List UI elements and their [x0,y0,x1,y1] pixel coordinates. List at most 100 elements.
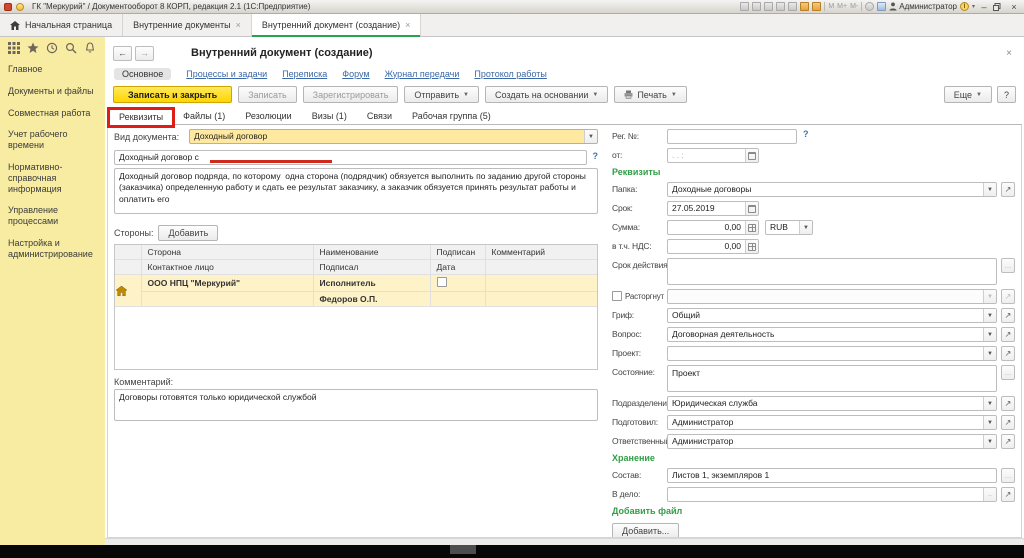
calendar-icon[interactable] [800,2,809,11]
nav-processes-tasks[interactable]: Процессы и задачи [186,69,267,79]
date-cell[interactable] [430,292,485,307]
calculator-icon[interactable] [745,240,758,253]
send-button[interactable]: Отправить▼ [404,86,479,103]
nav-transfer-log[interactable]: Журнал передачи [385,69,460,79]
split-panel-icon[interactable] [877,2,886,11]
sidebar-item-settings-admin[interactable]: Настройка и администрирование [8,238,105,260]
calendar-icon[interactable] [745,202,758,215]
open-button[interactable]: ↗ [1001,487,1015,502]
currency-combo[interactable]: RUB ▼ [765,220,813,235]
comment-cell[interactable] [485,275,597,292]
question-combo[interactable]: Договорная деятельность ▼ [667,327,997,342]
open-button[interactable]: ↗ [1001,346,1015,361]
tab-working-group[interactable]: Рабочая группа (5) [402,108,501,124]
column-header-signed[interactable]: Подписан [430,245,485,260]
sidebar-item-main[interactable]: Главное [8,64,105,75]
column-header-party[interactable]: Сторона [141,245,313,260]
column-header-signer[interactable]: Подписал [313,260,430,275]
validity-textarea[interactable] [667,258,997,285]
nav-correspondence[interactable]: Переписка [282,69,327,79]
doc-name-input[interactable] [114,150,587,165]
signed-checkbox[interactable] [437,277,447,287]
nav-main[interactable]: Основное [114,68,171,80]
project-combo[interactable]: ▼ [667,346,997,361]
column-header-comment[interactable]: Комментарий [485,245,597,260]
ellipsis-button[interactable]: ... [1001,468,1015,483]
chevron-down-icon[interactable]: ▼ [799,221,812,234]
zoom-icon[interactable] [865,2,874,11]
tab-files[interactable]: Файлы (1) [173,108,235,124]
column-header-name[interactable]: Наименование [313,245,430,260]
print-icon[interactable] [752,2,761,11]
comment-textarea[interactable]: Договоры готовятся только юридической сл… [114,389,598,421]
create-based-on-button[interactable]: Создать на основании▼ [485,86,608,103]
restore-button[interactable] [993,3,1005,11]
chevron-down-icon[interactable]: ▼ [983,397,996,410]
print-button[interactable]: Печать▼ [614,86,686,103]
ellipsis-button[interactable]: ... [1001,365,1015,380]
add-file-button[interactable]: Добавить... [612,523,679,538]
add-party-button[interactable]: Добавить [158,225,218,241]
print-preview-icon[interactable] [764,2,773,11]
composition-input[interactable]: Листов 1, экземпляров 1 [667,468,997,483]
responsible-combo[interactable]: Администратор ▼ [667,434,997,449]
help-button[interactable]: ? [997,86,1016,103]
vat-input[interactable]: 0,00 [667,239,759,254]
calculator-icon[interactable] [745,221,758,234]
favorites-star-icon[interactable] [27,42,39,54]
doc-description-textarea[interactable]: Доходный договор подряда, по которому од… [114,168,598,214]
folder-combo[interactable]: Доходные договоры ▼ [667,182,997,197]
column-header-contact[interactable]: Контактное лицо [141,260,313,275]
main-menu-button[interactable] [16,3,24,11]
party-cell[interactable]: ООО НПЦ "Меркурий" [141,275,313,292]
help-link[interactable]: ? [803,129,809,139]
chevron-down-icon[interactable]: ▼ [983,183,996,196]
reg-date-input[interactable]: . . : [667,148,759,163]
stamp-combo[interactable]: Общий ▼ [667,308,997,323]
comment-cell[interactable] [485,292,597,307]
open-button[interactable]: ↗ [1001,308,1015,323]
close-button[interactable]: × [1008,2,1020,12]
memory-mminus-button[interactable]: M- [850,3,858,10]
open-button[interactable]: ↗ [1001,396,1015,411]
ellipsis-button[interactable]: ... [1001,258,1015,273]
prepared-combo[interactable]: Администратор ▼ [667,415,997,430]
calculator-icon[interactable] [812,2,821,11]
chevron-down-icon[interactable]: ▾ [972,3,975,10]
column-header-date[interactable]: Дата [430,260,485,275]
tab-links[interactable]: Связи [357,108,402,124]
help-link[interactable]: ? [593,151,599,161]
tab-internal-documents[interactable]: Внутренние документы × [123,14,252,36]
amount-input[interactable]: 0,00 [667,220,759,235]
case-input[interactable]: .. [667,487,997,502]
nav-work-protocol[interactable]: Протокол работы [474,69,546,79]
memory-m-button[interactable]: M [828,3,834,10]
contact-cell[interactable] [141,292,313,307]
chevron-down-icon[interactable]: ▼ [983,347,996,360]
chevron-down-icon[interactable]: ▼ [983,416,996,429]
table-row[interactable]: Федоров О.П. [115,292,597,307]
history-clock-icon[interactable] [46,42,58,54]
sidebar-item-collaboration[interactable]: Совместная работа [8,108,105,119]
state-textarea[interactable]: Проект [667,365,997,392]
memory-mplus-button[interactable]: M+ [837,3,847,10]
sidebar-item-time-tracking[interactable]: Учет рабочего времени [8,129,105,151]
terminated-combo[interactable]: ▼ [667,289,997,304]
due-date-input[interactable]: 27.05.2019 [667,201,759,216]
terminated-checkbox[interactable] [612,291,622,301]
minimize-button[interactable]: – [978,2,990,12]
save-button[interactable]: Записать [238,86,296,103]
open-button[interactable]: ↗ [1001,182,1015,197]
role-cell[interactable]: Исполнитель [313,275,430,292]
tab-resolutions[interactable]: Резолюции [235,108,301,124]
nav-forum[interactable]: Форум [342,69,369,79]
doc-kind-combo[interactable]: Доходный договор ▼ [189,129,598,144]
current-user[interactable]: Администратор [889,2,957,11]
send-icon[interactable] [776,2,785,11]
calendar-icon[interactable] [745,149,758,162]
notifications-bell-icon[interactable] [84,42,96,54]
open-button[interactable]: ↗ [1001,327,1015,342]
reg-number-input[interactable] [667,129,797,144]
open-button[interactable]: ↗ [1001,434,1015,449]
tab-home[interactable]: Начальная страница [0,14,123,36]
